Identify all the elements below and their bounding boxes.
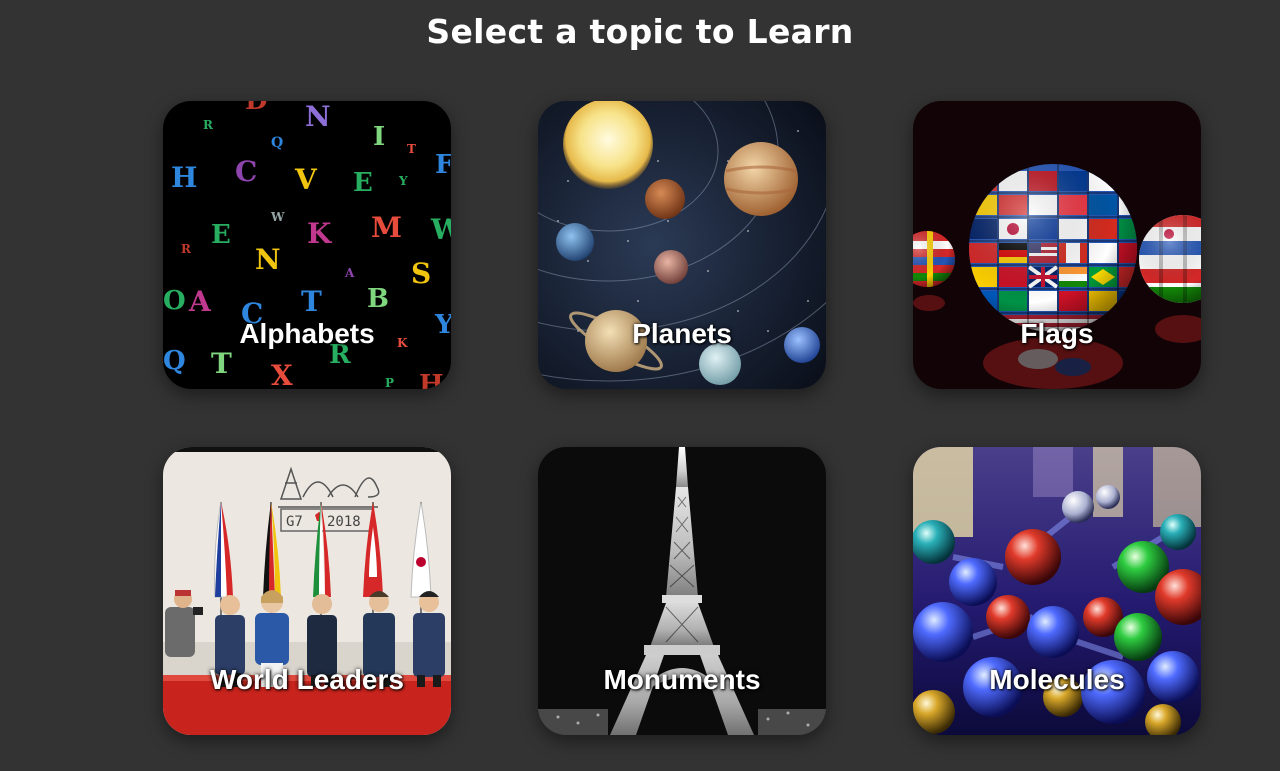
topic-card-molecules[interactable]: Molecules	[913, 447, 1201, 735]
svg-text:B: B	[367, 284, 389, 314]
svg-text:H: H	[419, 370, 444, 389]
topic-card-planets[interactable]: Planets	[538, 101, 826, 389]
svg-text:V: V	[294, 163, 318, 196]
topic-label: Alphabets	[239, 318, 375, 349]
svg-text:Q: Q	[271, 135, 283, 151]
page-title: Select a topic to Learn	[426, 12, 854, 51]
svg-text:T: T	[301, 285, 322, 318]
svg-text:K: K	[307, 217, 333, 250]
svg-text:T: T	[407, 142, 416, 156]
topic-label: Planets	[632, 318, 732, 349]
svg-text:A: A	[188, 285, 212, 318]
svg-text:N: N	[305, 101, 331, 133]
svg-text:H: H	[171, 161, 197, 194]
topic-label: World Leaders	[210, 664, 404, 695]
topic-grid: D N R Q I T F H C V E Y W E K M W R N A …	[163, 101, 1201, 736]
topic-label: Molecules	[989, 664, 1125, 695]
svg-text:P: P	[385, 376, 394, 389]
svg-text:R: R	[203, 118, 214, 132]
topic-selection-page: Select a topic to Learn D N R Q I T F H …	[0, 0, 1280, 771]
svg-text:Y: Y	[398, 174, 408, 188]
svg-text:F: F	[435, 150, 451, 180]
svg-text:X: X	[271, 359, 293, 389]
topic-card-flags[interactable]: Flags	[913, 101, 1201, 389]
topic-label: Flags	[1020, 318, 1094, 349]
svg-text:N: N	[255, 243, 281, 276]
svg-text:A: A	[344, 266, 355, 280]
svg-text:W: W	[270, 210, 285, 224]
svg-text:I: I	[373, 122, 385, 152]
svg-text:E: E	[353, 168, 373, 198]
svg-text:D: D	[245, 101, 268, 116]
topic-card-world-leaders[interactable]: G7 2018 World Leaders	[163, 447, 451, 735]
topic-card-monuments[interactable]: Monuments	[538, 447, 826, 735]
svg-text:S: S	[411, 257, 431, 290]
svg-text:W: W	[430, 213, 451, 246]
svg-text:R: R	[181, 242, 192, 256]
svg-text:G7: G7	[286, 514, 303, 530]
svg-text:T: T	[211, 347, 232, 380]
svg-text:O: O	[163, 286, 186, 316]
topic-label: Monuments	[603, 664, 761, 695]
svg-text:C: C	[235, 155, 257, 188]
svg-text:2018: 2018	[327, 514, 361, 530]
svg-text:Q: Q	[163, 346, 186, 376]
topic-card-alphabets[interactable]: D N R Q I T F H C V E Y W E K M W R N A …	[163, 101, 451, 389]
svg-text:E: E	[211, 220, 231, 250]
svg-text:M: M	[371, 211, 402, 244]
